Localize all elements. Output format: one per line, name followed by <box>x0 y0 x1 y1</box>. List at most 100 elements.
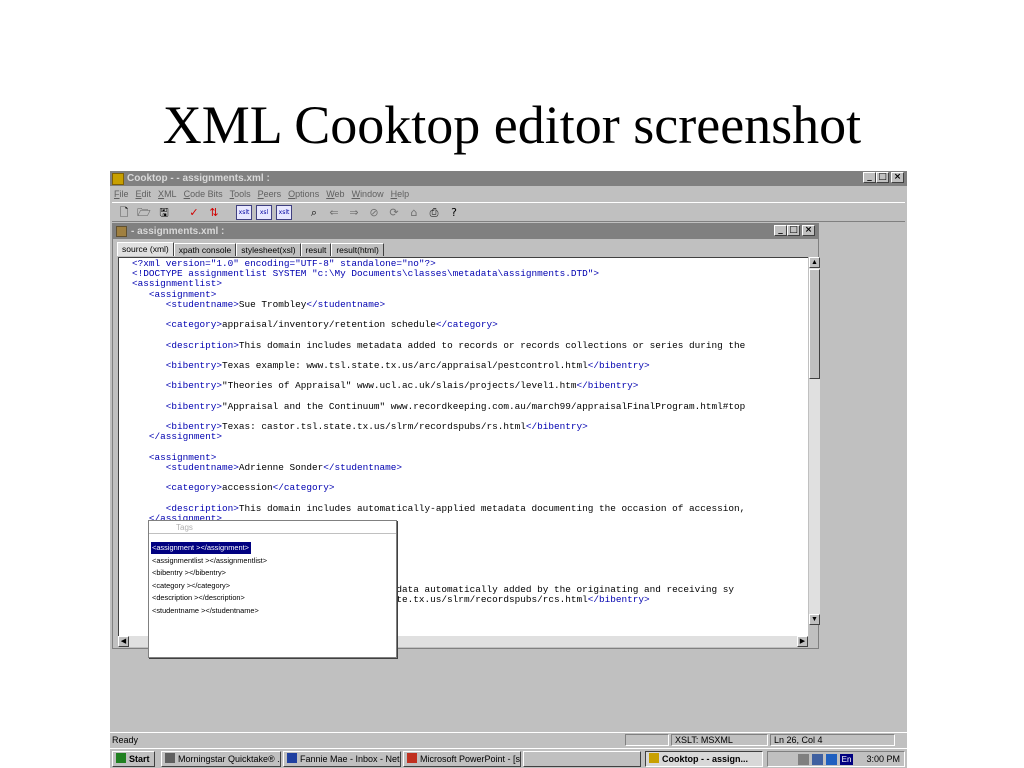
scroll-left-icon[interactable]: ◀ <box>118 636 129 647</box>
menu-xml[interactable]: XML <box>158 189 177 199</box>
menu-code-bits[interactable]: Code Bits <box>184 189 223 199</box>
task-label: Cooktop - - assign... <box>662 754 749 764</box>
editor-tabs: source (xml) xpath console stylesheet(xs… <box>117 242 384 256</box>
print-icon[interactable]: ⎙ <box>426 205 442 220</box>
document-icon[interactable] <box>116 226 127 237</box>
tab-source-xml[interactable]: source (xml) <box>117 242 174 256</box>
tag-suggestion[interactable]: <bibentry ></bibentry> <box>151 567 396 579</box>
minimize-icon[interactable]: _ <box>774 225 787 236</box>
code-line[interactable]: <bibentry>"Theories of Appraisal" www.uc… <box>132 381 808 391</box>
tab-result-html[interactable]: result(html) <box>331 243 384 256</box>
binoculars-icon[interactable]: ⌕ <box>306 205 322 220</box>
scroll-up-icon[interactable]: ▲ <box>809 257 820 268</box>
tab-stylesheet-xsl[interactable]: stylesheet(xsl) <box>236 243 301 256</box>
taskbar-item-cooktop[interactable]: Cooktop - - assign... <box>645 751 763 767</box>
code-line[interactable]: <studentname>Adrienne Sonder</studentnam… <box>132 462 808 473</box>
taskbar-item-blank[interactable] <box>523 751 641 767</box>
start-button[interactable]: Start <box>112 751 155 767</box>
maximize-icon[interactable]: □ <box>787 225 800 236</box>
task-label: Fannie Mae - Inbox - Net... <box>300 754 401 764</box>
code-line[interactable]: <assignmentlist> <box>132 279 808 289</box>
tray-messenger-icon[interactable] <box>825 753 837 765</box>
tag-suggestion[interactable]: <description ></description> <box>151 592 396 604</box>
scroll-thumb[interactable] <box>809 269 820 379</box>
back-arrow-icon[interactable]: ⇐ <box>326 205 342 220</box>
xslt-run-icon[interactable]: xslt <box>276 204 292 220</box>
xml-text-token: This domain includes automatically-appli… <box>238 502 746 514</box>
app-titlebar[interactable]: Cooktop - - assignments.xml : _ □ × <box>110 171 907 186</box>
xslt-icon[interactable]: xslt <box>236 204 252 220</box>
menu-tools[interactable]: Tools <box>230 189 251 199</box>
home-icon[interactable]: ⌂ <box>406 205 422 220</box>
code-line[interactable]: <bibentry>"Appraisal and the Continuum" … <box>132 400 808 412</box>
forward-arrow-icon[interactable]: ⇒ <box>346 205 362 220</box>
close-icon[interactable]: × <box>891 172 904 183</box>
taskbar-item-morningstar[interactable]: Morningstar Quicktake® ... <box>161 751 281 767</box>
document-titlebar[interactable]: - assignments.xml : _ □ × <box>113 224 818 239</box>
code-line[interactable]: <!DOCTYPE assignmentlist SYSTEM "c:\My D… <box>132 269 808 279</box>
maximize-icon[interactable]: □ <box>876 172 889 183</box>
cooktop-app-icon[interactable] <box>112 172 124 185</box>
document-title: - assignments.xml : <box>131 226 225 237</box>
code-line[interactable]: <studentname>Sue Trombley</studentname> <box>132 299 808 310</box>
menu-window[interactable]: Window <box>352 189 384 199</box>
xml-text-token: "Theories of Appraisal" www.ucl.ac.uk/sl… <box>222 380 577 392</box>
tab-xpath-console[interactable]: xpath console <box>173 243 237 256</box>
code-line[interactable]: </assignment> <box>132 432 808 442</box>
tag-suggestion[interactable]: <assignmentlist ></assignmentlist> <box>151 555 396 567</box>
sort-icon[interactable]: ⇅ <box>206 205 222 220</box>
xsl-icon[interactable]: xsl <box>256 204 272 220</box>
refresh-icon[interactable]: ⟳ <box>386 205 402 220</box>
code-line[interactable]: <bibentry>Texas example: www.tsl.state.t… <box>132 359 808 371</box>
tag-suggestion-row[interactable]: <category ></category> <box>151 580 396 592</box>
code-line[interactable]: <category>accession</category> <box>132 483 808 493</box>
code-line[interactable]: <category>appraisal/inventory/retention … <box>132 320 808 330</box>
xml-tag-token: <description> <box>165 339 239 351</box>
vertical-scrollbar[interactable]: ▲ ▼ <box>809 257 820 625</box>
scroll-down-icon[interactable]: ▼ <box>809 614 820 625</box>
code-line[interactable]: <description>This domain includes automa… <box>132 502 808 514</box>
scroll-right-icon[interactable]: ▶ <box>797 636 808 647</box>
xml-tag-token: <bibentry> <box>165 400 223 412</box>
stop-icon[interactable]: ⊘ <box>366 205 382 220</box>
tag-suggestion[interactable]: <studentname ></studentname> <box>151 605 396 617</box>
taskbar-item-fannie-mae[interactable]: Fannie Mae - Inbox - Net... <box>283 751 401 767</box>
menu-help[interactable]: Help <box>391 189 410 199</box>
taskbar-item-powerpoint[interactable]: Microsoft PowerPoint - [s... <box>403 751 521 767</box>
tray-language-indicator[interactable]: En <box>839 753 854 765</box>
save-icon[interactable]: 🖫 <box>156 205 172 220</box>
netscape-mail-icon <box>287 753 297 763</box>
tray-volume-icon[interactable] <box>811 753 823 765</box>
status-ready: Ready <box>112 735 139 745</box>
open-folder-icon[interactable]: 🗁 <box>136 205 152 220</box>
tag-suggestion-row[interactable]: <assignmentlist ></assignmentlist> <box>151 555 396 567</box>
code-line[interactable]: <description>This domain includes metada… <box>132 339 808 351</box>
tag-suggestion[interactable]: <assignment ></assignment> <box>151 542 251 555</box>
taskbar: Start Morningstar Quicktake® ... Fannie … <box>110 748 907 768</box>
check-icon[interactable]: ✓ <box>186 205 202 220</box>
code-line[interactable]: <bibentry>Texas: castor.tsl.state.tx.us/… <box>132 421 808 432</box>
menu-peers[interactable]: Peers <box>258 189 282 199</box>
tab-result[interactable]: result <box>300 243 332 256</box>
xml-tag-token: </category> <box>272 482 335 494</box>
xml-tag-token: </bibentry> <box>587 359 650 371</box>
help-icon[interactable]: ? <box>446 205 462 220</box>
menu-web[interactable]: Web <box>326 189 344 199</box>
menu-options[interactable]: Options <box>288 189 319 199</box>
xml-text-token <box>132 401 166 412</box>
tag-suggestion-row[interactable]: <description ></description> <box>151 592 396 604</box>
xml-text-token <box>132 431 149 442</box>
close-icon[interactable]: × <box>802 225 815 236</box>
tag-suggestion-row[interactable]: <bibentry ></bibentry> <box>151 567 396 579</box>
menu-edit[interactable]: Edit <box>136 189 152 199</box>
tag-suggestion-row[interactable]: <studentname ></studentname> <box>151 605 396 617</box>
xml-tag-token: </assignment> <box>148 431 223 443</box>
menu-file[interactable]: File <box>114 189 129 199</box>
tag-suggestion-row[interactable]: <assignment ></assignment> <box>151 537 396 555</box>
minimize-icon[interactable]: _ <box>863 172 876 183</box>
status-bar: Ready XSLT: MSXML Ln 26, Col 4 <box>110 732 907 747</box>
new-file-icon[interactable]: 🗋 <box>116 205 132 220</box>
code-line[interactable] <box>132 442 808 452</box>
tag-suggestion[interactable]: <category ></category> <box>151 580 396 592</box>
tray-network-icon[interactable] <box>797 753 809 765</box>
